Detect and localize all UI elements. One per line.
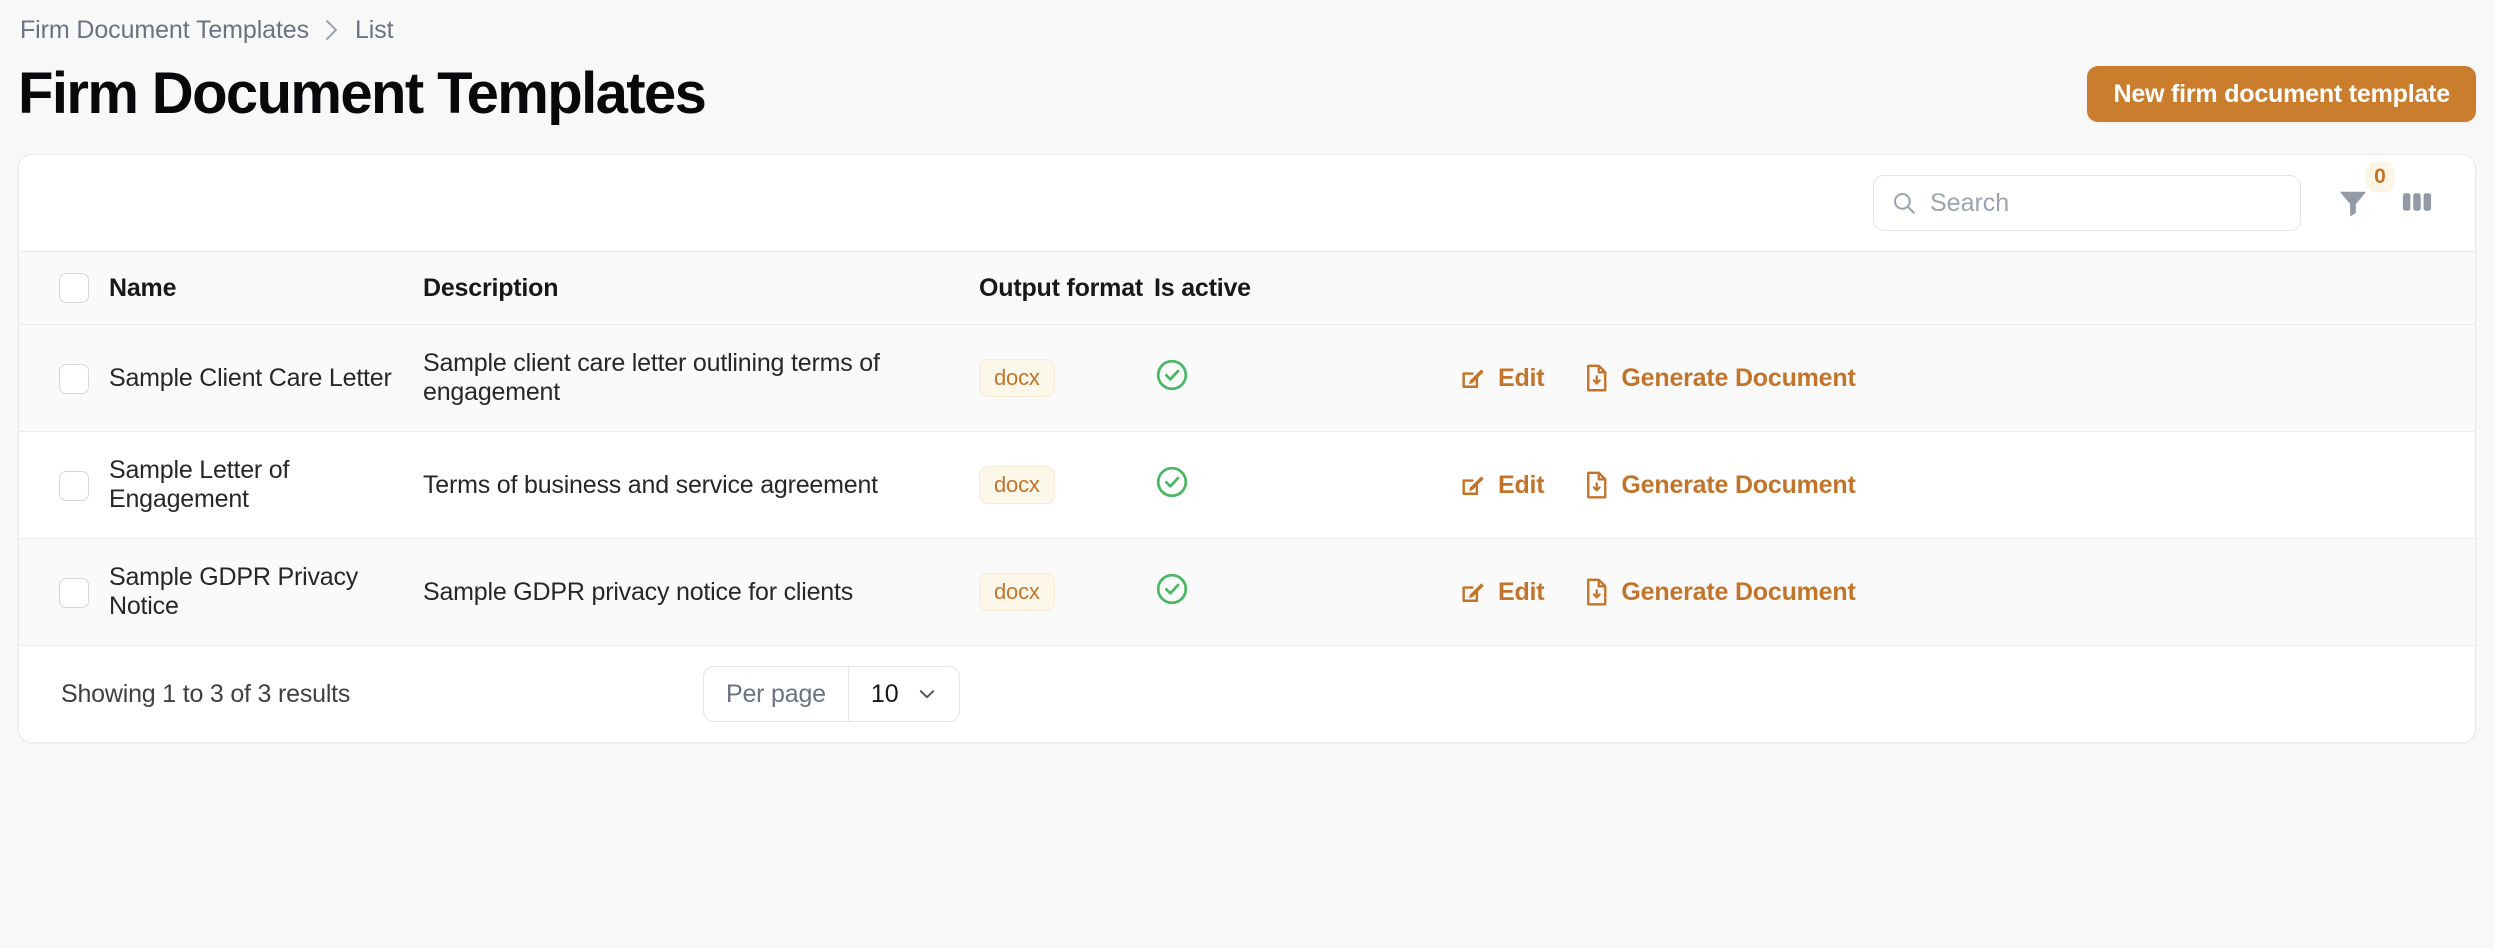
- edit-link[interactable]: Edit: [1459, 470, 1545, 500]
- per-page-control[interactable]: Per page 10: [703, 666, 960, 723]
- cell-description: Terms of business and service agreement: [423, 470, 878, 499]
- row-checkbox[interactable]: [59, 470, 89, 501]
- columns-button[interactable]: [2395, 180, 2439, 227]
- filter-funnel-icon: [2335, 184, 2371, 223]
- document-download-icon: [1584, 470, 1610, 500]
- select-all-checkbox[interactable]: [59, 273, 89, 304]
- pencil-square-icon: [1459, 578, 1487, 606]
- edit-link[interactable]: Edit: [1459, 577, 1545, 607]
- select-all-cell: [19, 252, 109, 325]
- cell-actions: Edit Generate Document: [1459, 432, 2475, 539]
- cell-actions: Edit Generate Document: [1459, 539, 2475, 646]
- table-row[interactable]: Sample Letter of Engagement Terms of bus…: [19, 431, 2475, 539]
- document-download-icon: [1584, 363, 1610, 393]
- edit-label: Edit: [1498, 577, 1545, 606]
- table-row[interactable]: Sample GDPR Privacy Notice Sample GDPR p…: [19, 538, 2475, 646]
- per-page-select[interactable]: 10: [849, 667, 959, 721]
- pencil-square-icon: [1459, 471, 1487, 499]
- cell-name: Sample GDPR Privacy Notice: [109, 563, 359, 621]
- breadcrumb-item-firm-document-templates[interactable]: Firm Document Templates: [20, 17, 309, 43]
- breadcrumb: Firm Document Templates List: [18, 0, 2476, 46]
- generate-document-label: Generate Document: [1621, 577, 1856, 606]
- column-header-output-format[interactable]: Output format: [979, 252, 1154, 325]
- row-checkbox[interactable]: [59, 577, 89, 608]
- cell-description: Sample GDPR privacy notice for clients: [423, 577, 854, 606]
- toolbar-icons: 0: [2331, 161, 2439, 227]
- templates-table: Name Description Output format Is active…: [19, 251, 2475, 646]
- row-select-cell: [19, 432, 109, 539]
- breadcrumb-item-list[interactable]: List: [355, 17, 394, 43]
- output-format-badge: docx: [979, 573, 1055, 612]
- document-download-icon: [1584, 577, 1610, 607]
- row-action-group: Edit Generate Document: [1459, 363, 2475, 393]
- cell-output-format: docx: [979, 539, 1154, 646]
- search-input[interactable]: [1873, 175, 2301, 231]
- column-header-actions: [1459, 252, 2475, 325]
- filter-button[interactable]: 0: [2331, 161, 2394, 227]
- cell-name: Sample Letter of Engagement: [109, 456, 290, 514]
- column-header-description[interactable]: Description: [423, 252, 979, 325]
- generate-document-label: Generate Document: [1621, 363, 1856, 392]
- new-firm-document-template-button[interactable]: New firm document template: [2087, 66, 2476, 122]
- row-action-group: Edit Generate Document: [1459, 470, 2475, 500]
- chevron-right-icon: [323, 17, 341, 43]
- edit-label: Edit: [1498, 470, 1545, 499]
- edit-label: Edit: [1498, 363, 1545, 392]
- per-page-label: Per page: [704, 667, 849, 722]
- table-header-row: Name Description Output format Is active: [19, 251, 2475, 325]
- cell-is-active: [1154, 325, 1459, 432]
- column-header-name[interactable]: Name: [109, 252, 423, 325]
- row-checkbox[interactable]: [59, 363, 89, 394]
- table-row[interactable]: Sample Client Care Letter Sample client …: [19, 324, 2475, 432]
- generate-document-link[interactable]: Generate Document: [1584, 470, 1856, 500]
- table-body: Sample Client Care Letter Sample client …: [19, 324, 2475, 646]
- table-head: Name Description Output format Is active: [19, 251, 2475, 325]
- check-circle-icon: [1154, 571, 1190, 607]
- row-select-cell: [19, 539, 109, 646]
- generate-document-label: Generate Document: [1621, 470, 1856, 499]
- templates-card: 0: [18, 154, 2476, 744]
- chevron-down-icon: [915, 682, 939, 706]
- filter-count-badge: 0: [2366, 161, 2394, 192]
- page-title: Firm Document Templates: [18, 60, 707, 126]
- cell-is-active: [1154, 432, 1459, 539]
- search-field-wrapper: [1873, 175, 2301, 231]
- column-header-is-active[interactable]: Is active: [1154, 252, 1459, 325]
- page-header: Firm Document Templates New firm documen…: [18, 46, 2476, 136]
- pencil-square-icon: [1459, 364, 1487, 392]
- generate-document-link[interactable]: Generate Document: [1584, 577, 1856, 607]
- cell-actions: Edit Generate Document: [1459, 325, 2475, 432]
- cell-output-format: docx: [979, 432, 1154, 539]
- results-summary: Showing 1 to 3 of 3 results: [61, 679, 351, 708]
- columns-icon: [2399, 184, 2435, 223]
- page-root: Firm Document Templates List Firm Docume…: [0, 0, 2494, 948]
- cell-is-active: [1154, 539, 1459, 646]
- row-action-group: Edit Generate Document: [1459, 577, 2475, 607]
- table-toolbar: 0: [19, 155, 2475, 251]
- per-page-value: 10: [870, 679, 899, 708]
- edit-link[interactable]: Edit: [1459, 363, 1545, 393]
- table-footer: Showing 1 to 3 of 3 results Per page 10: [19, 646, 2475, 743]
- cell-description: Sample client care letter outlining term…: [423, 349, 880, 407]
- cell-name: Sample Client Care Letter: [109, 363, 392, 392]
- output-format-badge: docx: [979, 466, 1055, 505]
- output-format-badge: docx: [979, 359, 1055, 398]
- row-select-cell: [19, 325, 109, 432]
- check-circle-icon: [1154, 464, 1190, 500]
- generate-document-link[interactable]: Generate Document: [1584, 363, 1856, 393]
- check-circle-icon: [1154, 357, 1190, 393]
- cell-output-format: docx: [979, 325, 1154, 432]
